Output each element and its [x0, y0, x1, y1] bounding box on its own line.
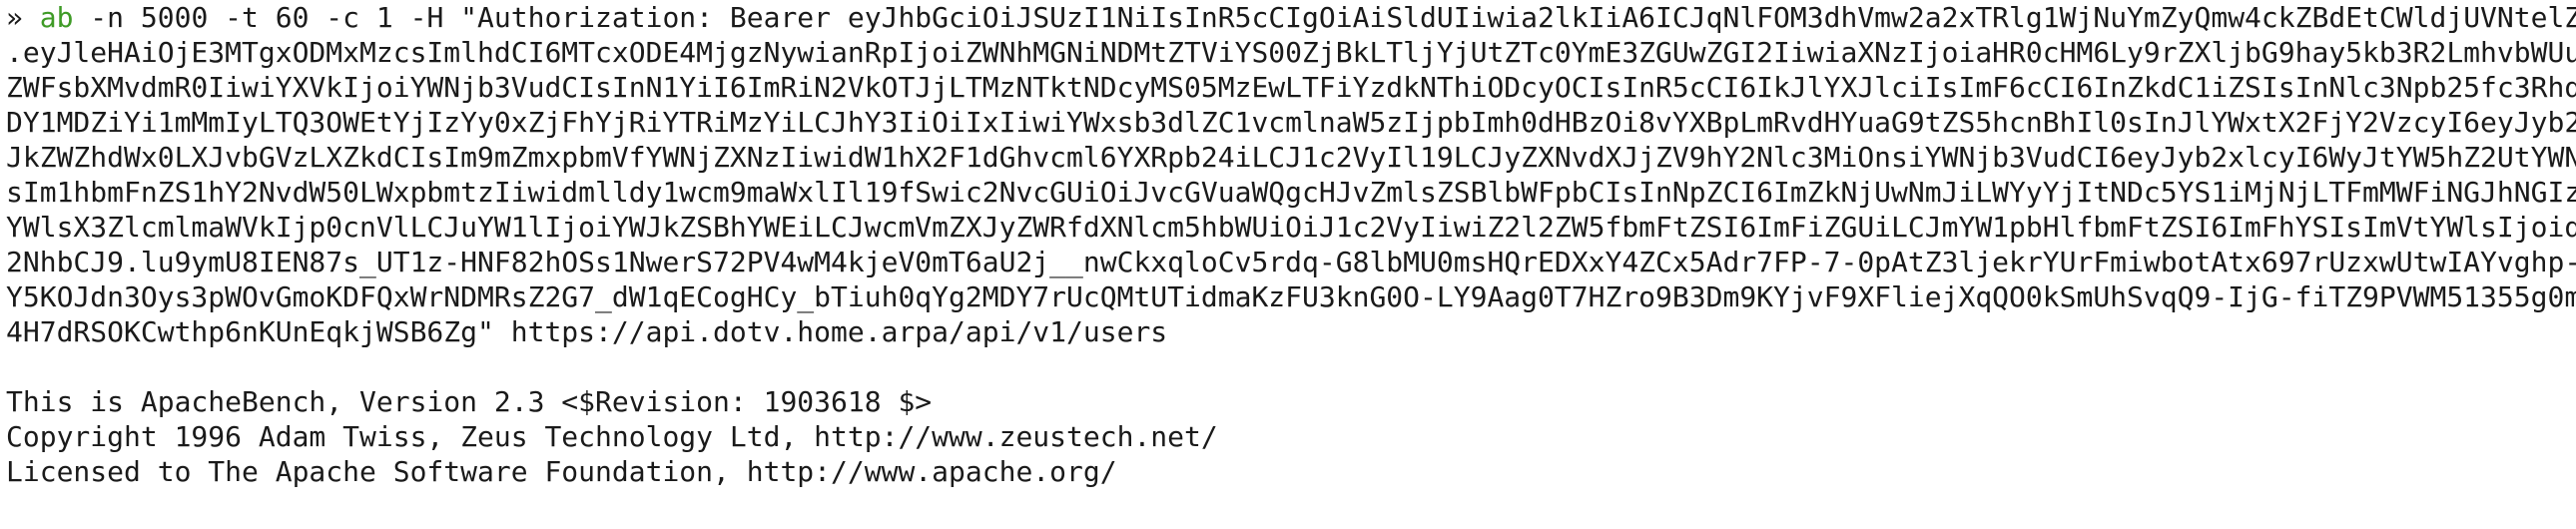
command-continuation-line: YWlsX3ZlcmlmaWVkIjp0cnVlLCJuYW1lIjoiYWJk…	[6, 211, 2576, 244]
output-line: Copyright 1996 Adam Twiss, Zeus Technolo…	[6, 420, 1218, 453]
command-continuation-line: JkZWZhdWx0LXJvbGVzLXZkdCIsIm9mZmxpbmVfYW…	[6, 141, 2576, 174]
command-program: ab	[39, 1, 74, 34]
command-continuation-line: Y5KOJdn3Oys3pWOvGmoKDFQxWrNDMRsZ2G7_dW1q…	[6, 280, 2576, 313]
command-arguments: -n 5000 -t 60 -c 1 -H "Authorization: Be…	[90, 1, 2576, 34]
command-line: » ab -n 5000 -t 60 -c 1 -H "Authorizatio…	[6, 0, 2576, 35]
command-continuation-line: ZWFsbXMvdmR0IiwiYXVkIjoiYWNjb3VudCIsInN1…	[6, 71, 2576, 104]
command-continuation-line: 2NhbCJ9.lu9ymU8IEN87s_UT1z-HNF82hOSs1Nwe…	[6, 246, 2576, 278]
terminal-window[interactable]: » ab -n 5000 -t 60 -c 1 -H "Authorizatio…	[0, 0, 2576, 529]
output-line: Licensed to The Apache Software Foundati…	[6, 455, 1117, 488]
command-continuation-line: sIm1hbmFnZS1hY2NvdW50LWxpbmtzIiwidmlldy1…	[6, 176, 2576, 209]
command-continuation-line: 4H7dRSOKCwthp6nKUnEqkjWSB6Zg" https://ap…	[6, 315, 1168, 348]
command-continuation-line: DY1MDZiYi1mMmIyLTQ3OWEtYjIzYy0xZjFhYjRiY…	[6, 106, 2576, 139]
output-line: This is ApacheBench, Version 2.3 <$Revis…	[6, 385, 933, 418]
command-continuation-line	[6, 349, 2576, 384]
command-continuation-line: .eyJleHAiOjE3MTgxODMxMzcsImlhdCI6MTcxODE…	[6, 36, 2576, 69]
prompt-symbol: »	[6, 1, 23, 34]
